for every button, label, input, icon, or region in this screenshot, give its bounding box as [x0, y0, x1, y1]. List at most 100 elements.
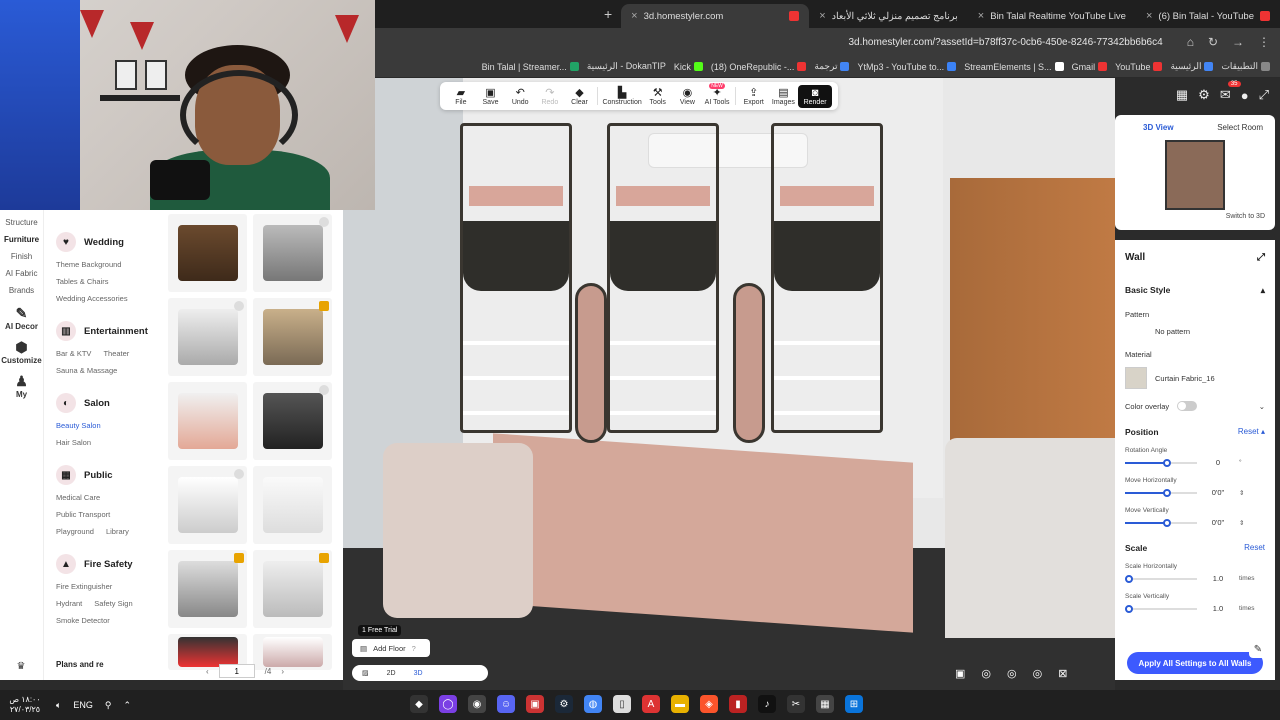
slider-handle[interactable] [1163, 458, 1171, 467]
chevron-down-icon[interactable]: ⌄ [1205, 402, 1265, 411]
position-reset-link[interactable]: Reset ▴ [1238, 427, 1265, 437]
slider-handle[interactable] [1125, 574, 1133, 583]
move-h-value[interactable]: 0'0" [1203, 488, 1233, 497]
bookmark-item[interactable]: (18) OneRepublic -... [711, 62, 807, 72]
view-2d-button[interactable]: 2D [387, 670, 396, 677]
move-v-slider[interactable]: 0'0" ⇕ [1125, 518, 1265, 527]
product-card[interactable] [253, 382, 332, 460]
display-shelf[interactable] [771, 123, 883, 433]
reload-icon[interactable]: ↻ [1208, 35, 1218, 49]
product-card[interactable] [168, 382, 247, 460]
reception-counter[interactable] [493, 433, 913, 633]
page-input[interactable] [218, 664, 255, 678]
subcategory-item[interactable]: Fire Extinguisher [56, 582, 112, 591]
back-arrow-icon[interactable]: → [1232, 35, 1244, 49]
chevron-up-icon[interactable]: ⌃ [124, 700, 132, 711]
file-button[interactable]: ▰ File [446, 87, 476, 106]
undo-button[interactable]: ↶ Undo [505, 87, 535, 106]
speaker-icon[interactable]: 🔈︎ [56, 700, 61, 711]
fullscreen-icon[interactable]: ⤢ [1259, 87, 1269, 103]
product-card[interactable] [168, 466, 247, 544]
help-icon[interactable]: ? [412, 644, 416, 653]
layers-icon[interactable]: ▨ [362, 669, 369, 677]
scale-v-slider[interactable]: 1.0 times [1125, 604, 1265, 613]
subcategory-item[interactable]: Hair Salon [56, 438, 91, 447]
file-icon[interactable]: ▯ [613, 695, 631, 713]
menu-icon[interactable]: ⋮ [1258, 35, 1270, 49]
category-fire-safety[interactable]: ▲ Fire Safety [56, 554, 154, 574]
stepper-icon[interactable]: ⇕ [1239, 519, 1244, 527]
fullscreen-exit-icon[interactable]: ⊠ [1058, 667, 1067, 680]
close-tab-icon[interactable]: × [631, 10, 637, 22]
store-icon[interactable]: ▦ [816, 695, 834, 713]
slider-handle[interactable] [1125, 604, 1133, 613]
apply-all-walls-button[interactable]: Apply All Settings to All Walls [1127, 652, 1263, 674]
mirror[interactable] [575, 283, 607, 443]
language-indicator[interactable]: ENG [73, 700, 93, 710]
app-icon[interactable]: A [642, 695, 660, 713]
browser-tab[interactable]: × 3d.homestyler.com [621, 4, 810, 28]
new-tab-button[interactable]: + [595, 6, 621, 22]
rail-brands[interactable]: Brands [0, 282, 43, 299]
subcategory-item[interactable]: Medical Care [56, 493, 100, 502]
product-card[interactable] [253, 466, 332, 544]
brave-icon[interactable]: ◈ [700, 695, 718, 713]
chrome-icon[interactable]: ◍ [584, 695, 602, 713]
ai-tools-button[interactable]: NEW ✦ AI Tools [702, 82, 732, 106]
chat-icon[interactable]: ✎ [1249, 640, 1267, 658]
rail-furniture[interactable]: Furniture [0, 231, 43, 248]
plans-label[interactable]: Plans and re [56, 660, 104, 669]
bookmark-item[interactable]: الرئيسية [1170, 61, 1214, 72]
view-3d-button[interactable]: 3D [414, 670, 423, 677]
scale-v-value[interactable]: 1.0 [1203, 604, 1233, 613]
sofa[interactable] [945, 438, 1115, 638]
subcategory-item[interactable]: Tables & Chairs [56, 277, 109, 286]
mirror[interactable] [733, 283, 765, 443]
bookmark-item[interactable]: Gmail [1072, 62, 1108, 72]
crown-icon[interactable]: ♛ [10, 655, 32, 677]
camera-orbit-icon[interactable]: ◎ [981, 667, 991, 680]
avatar[interactable]: ● [1241, 88, 1249, 103]
collapse-icon[interactable]: ▴ [1261, 285, 1265, 296]
view-button[interactable]: ◉ View [673, 87, 703, 106]
switch-to-3d-button[interactable]: Switch to 3D [1226, 213, 1265, 220]
steam-icon[interactable]: ⚙ [555, 695, 573, 713]
folder-icon[interactable]: ▬ [671, 695, 689, 713]
export-button[interactable]: ⇪ Export [739, 87, 769, 106]
obs-icon[interactable]: ◉ [468, 695, 486, 713]
rail-my[interactable]: ♟ My [0, 367, 43, 401]
app-icon[interactable]: ◆ [410, 695, 428, 713]
display-shelf[interactable] [607, 123, 719, 433]
prev-page-icon[interactable]: ‹ [206, 667, 209, 676]
subcategory-item[interactable]: Sauna & Massage [56, 366, 117, 375]
bookmark-item[interactable]: الرئيسية - DokanTIP [587, 61, 666, 72]
browser-tab[interactable]: × برنامج تصميم منزلي ثلاثي الأبعاد [809, 4, 968, 28]
category-entertainment[interactable]: ▥ Entertainment [56, 321, 154, 341]
camera-lock-icon[interactable]: ▣ [955, 667, 965, 680]
rail-customize[interactable]: ⬢ Customize [0, 333, 43, 367]
bookmark-item[interactable]: YouTube [1115, 62, 1163, 72]
color-overlay-toggle[interactable] [1177, 401, 1198, 411]
home-icon[interactable]: ⌂ [1187, 35, 1194, 49]
scale-h-value[interactable]: 1.0 [1203, 574, 1233, 583]
app-icon[interactable]: ◯ [439, 695, 457, 713]
system-clock[interactable]: ١٨:٠٠ ص ٢٧/٠٣/٢٥ [0, 695, 50, 715]
stepper-icon[interactable]: ⇕ [1239, 489, 1244, 497]
salon-chair[interactable] [383, 443, 533, 618]
product-card[interactable] [253, 214, 332, 292]
subcategory-item-selected[interactable]: Beauty Salon [56, 421, 101, 430]
subcategory-item[interactable]: Hydrant [56, 599, 82, 608]
tab-3d-view[interactable]: 3D View [1143, 123, 1174, 132]
windows-icon[interactable]: ⊞ [845, 695, 863, 713]
render-button[interactable]: ◙ Render [798, 84, 832, 108]
move-h-slider[interactable]: 0'0" ⇕ [1125, 488, 1265, 497]
capcut-icon[interactable]: ✂ [787, 695, 805, 713]
basic-style-section[interactable]: Basic Style ▴ [1125, 285, 1265, 296]
scale-h-slider[interactable]: 1.0 times [1125, 574, 1265, 583]
subcategory-item[interactable]: Wedding Accessories [56, 294, 128, 303]
product-card[interactable] [168, 550, 247, 628]
add-floor-button[interactable]: ▤ Add Floor ? [352, 639, 430, 657]
scale-reset-link[interactable]: Reset [1244, 543, 1265, 553]
mail-icon[interactable]: ✉ 35 [1220, 81, 1241, 103]
subcategory-item[interactable]: Smoke Detector [56, 616, 110, 625]
